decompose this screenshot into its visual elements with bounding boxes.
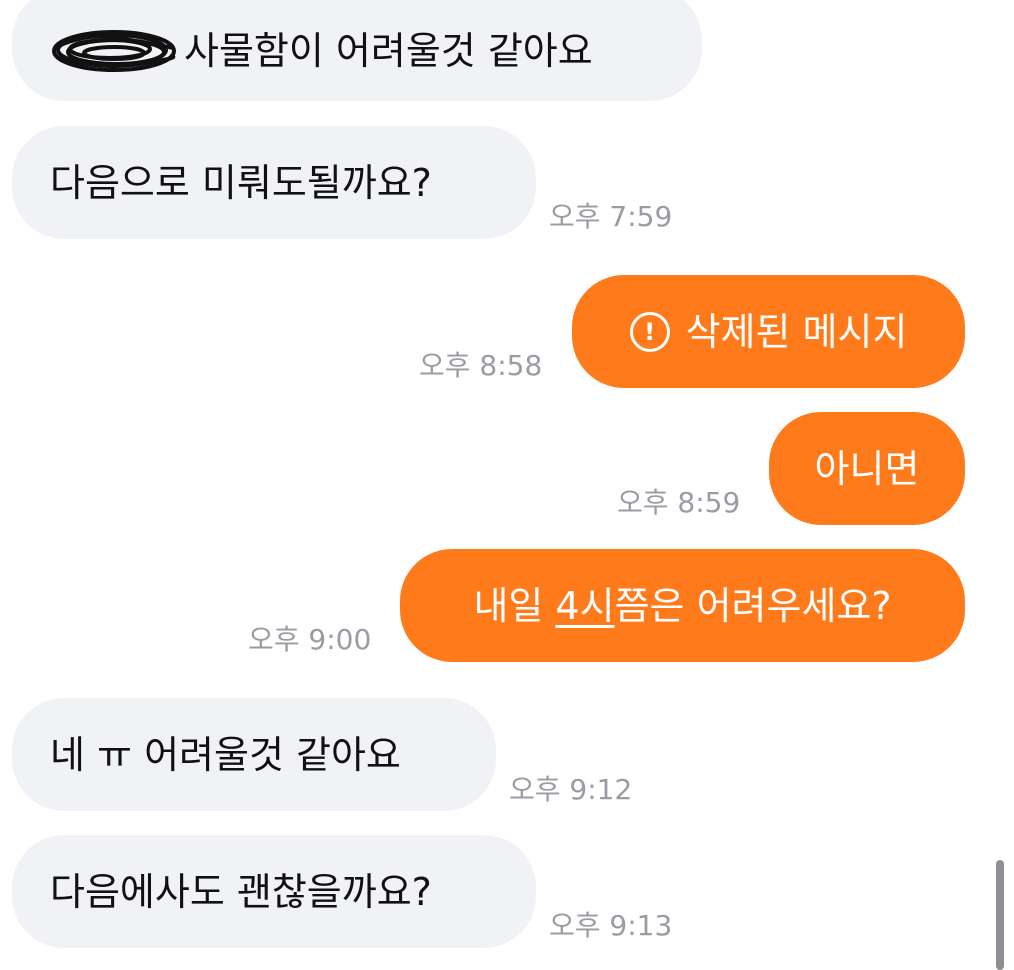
message-bubble-incoming[interactable]: 다음에사도 괜찮을까요? bbox=[12, 835, 536, 948]
vertical-scrollbar[interactable] bbox=[996, 860, 1004, 970]
message-bubble-outgoing-deleted[interactable]: ! 삭제된 메시지 bbox=[572, 275, 965, 388]
message-timestamp: 오후 9:12 bbox=[509, 773, 633, 806]
redacted-scribble bbox=[50, 28, 178, 74]
message-bubble-incoming[interactable]: 네 ㅠ 어려울것 같아요 bbox=[12, 698, 496, 811]
message-text: 아니면 bbox=[814, 446, 920, 491]
message-text: 다음에사도 괜찮을까요? bbox=[50, 869, 432, 914]
message-timestamp: 오후 7:59 bbox=[549, 200, 673, 233]
message-timestamp: 오후 8:58 bbox=[419, 349, 543, 382]
message-bubble-incoming[interactable]: 다음으로 미뤄도될까요? bbox=[12, 126, 536, 239]
message-text-part: 쯤은 어려우세요? bbox=[614, 583, 892, 628]
message-timestamp: 오후 8:59 bbox=[617, 486, 741, 519]
message-timestamp: 오후 9:13 bbox=[549, 909, 673, 942]
message-bubble-outgoing[interactable]: 내일 4시 쯤은 어려우세요? bbox=[400, 549, 965, 662]
message-bubble-outgoing[interactable]: 아니면 bbox=[769, 412, 965, 525]
message-text-link[interactable]: 4시 bbox=[555, 587, 614, 625]
message-text: 다음으로 미뤄도될까요? bbox=[50, 160, 432, 205]
message-bubble-incoming[interactable]: 사물함이 어려울것 같아요 bbox=[12, 0, 702, 101]
message-text-part: 내일 bbox=[473, 583, 556, 628]
message-text: 네 ㅠ 어려울것 같아요 bbox=[50, 732, 401, 777]
message-timestamp: 오후 9:00 bbox=[248, 623, 372, 656]
message-text: 삭제된 메시지 bbox=[685, 309, 908, 354]
message-text: 사물함이 어려울것 같아요 bbox=[184, 28, 593, 73]
alert-circle-icon: ! bbox=[629, 311, 670, 352]
